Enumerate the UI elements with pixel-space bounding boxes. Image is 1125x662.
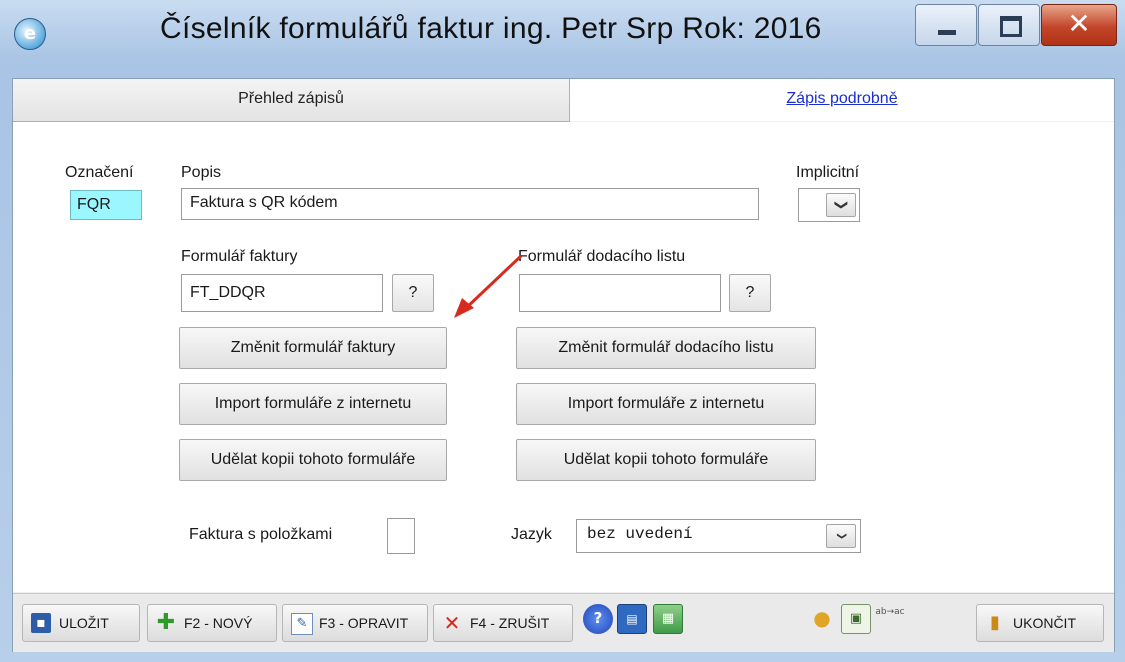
formular-dl-help-button[interactable]: ? bbox=[729, 274, 771, 312]
oznaceni-field[interactable]: FQR bbox=[70, 190, 142, 220]
tab-label: Přehled zápisů bbox=[238, 90, 344, 107]
minimize-icon bbox=[938, 30, 956, 35]
ulozit-label: ULOŽIT bbox=[59, 615, 109, 631]
id-card-icon[interactable]: ▤ bbox=[617, 604, 647, 634]
implicitni-combo[interactable]: ❯ bbox=[798, 188, 860, 222]
novy-label: F2 - NOVÝ bbox=[184, 615, 253, 631]
formular-dl-field[interactable] bbox=[519, 274, 721, 312]
delete-x-icon: ✕ bbox=[443, 611, 461, 635]
popis-field[interactable]: Faktura s QR kódem bbox=[181, 188, 759, 220]
zmenit-formular-dl-button[interactable]: Změnit formulář dodacího listu bbox=[516, 327, 816, 369]
chevron-down-icon[interactable]: ❯ bbox=[826, 193, 856, 217]
jazyk-combo[interactable]: bez uvedení ❯ bbox=[576, 519, 861, 553]
money-bag-icon[interactable]: ● bbox=[807, 604, 837, 634]
exit-door-icon: ▮ bbox=[990, 612, 1000, 633]
tab-prehled-zapisu[interactable]: Přehled zápisů bbox=[13, 79, 570, 122]
formular-faktury-field[interactable]: FT_DDQR bbox=[181, 274, 383, 312]
dropdown-glyph: ❯ bbox=[834, 199, 849, 211]
jazyk-value: bez uvedení bbox=[587, 525, 693, 543]
detail-panel: Označení FQR Popis Faktura s QR kódem Im… bbox=[13, 122, 1114, 592]
window-client-area: Přehled zápisů Zápis podrobně Označení F… bbox=[12, 78, 1115, 652]
formular-faktury-label: Formulář faktury bbox=[181, 248, 298, 265]
red-arrow-annotation bbox=[454, 254, 523, 318]
ukoncit-label: UKONČIT bbox=[1013, 615, 1076, 631]
application-window: e Číselník formulářů faktur ing. Petr Sr… bbox=[0, 0, 1125, 662]
close-icon: ✕ bbox=[1067, 7, 1091, 40]
formular-dl-label: Formulář dodacího listu bbox=[518, 248, 686, 265]
oznaceni-label: Označení bbox=[65, 164, 134, 181]
ukoncit-button[interactable]: ▮ UKONČIT bbox=[976, 604, 1104, 642]
maximize-icon bbox=[1000, 16, 1022, 37]
zmenit-formular-faktury-button[interactable]: Změnit formulář faktury bbox=[179, 327, 447, 369]
edit-icon: ✎ bbox=[291, 613, 313, 635]
faktura-s-polozkami-label: Faktura s položkami bbox=[189, 526, 333, 543]
kopie-dl-button[interactable]: Udělat kopii tohoto formuláře bbox=[516, 439, 816, 481]
arrow-head bbox=[454, 298, 474, 318]
dropdown-glyph: ❯ bbox=[833, 532, 849, 540]
help-icon[interactable]: ? bbox=[583, 604, 613, 634]
jazyk-label: Jazyk bbox=[511, 526, 552, 543]
title-bar[interactable]: e Číselník formulářů faktur ing. Petr Sr… bbox=[0, 0, 1125, 78]
tab-label: Zápis podrobně bbox=[786, 90, 898, 107]
minimize-button[interactable] bbox=[915, 4, 977, 46]
bottom-toolbar: ▪ ULOŽIT ✚ F2 - NOVÝ ✎ F3 - OPRAVIT ✕ F4… bbox=[13, 593, 1114, 652]
novy-button[interactable]: ✚ F2 - NOVÝ bbox=[147, 604, 277, 642]
calculator-icon[interactable]: ▣ bbox=[841, 604, 871, 634]
save-disk-icon: ▪ bbox=[31, 613, 51, 633]
ulozit-button[interactable]: ▪ ULOŽIT bbox=[22, 604, 140, 642]
faktura-s-polozkami-checkbox[interactable] bbox=[387, 518, 415, 554]
window-title: Číselník formulářů faktur ing. Petr Srp … bbox=[160, 12, 822, 45]
spellcheck-icon[interactable]: ab→ac bbox=[875, 604, 905, 634]
formular-faktury-help-button[interactable]: ? bbox=[392, 274, 434, 312]
opravit-button[interactable]: ✎ F3 - OPRAVIT bbox=[282, 604, 428, 642]
zrusit-label: F4 - ZRUŠIT bbox=[470, 615, 550, 631]
maximize-button[interactable] bbox=[978, 4, 1040, 46]
app-logo-icon: e bbox=[14, 18, 46, 50]
popis-label: Popis bbox=[181, 164, 222, 181]
opravit-label: F3 - OPRAVIT bbox=[319, 615, 409, 631]
zrusit-button[interactable]: ✕ F4 - ZRUŠIT bbox=[433, 604, 573, 642]
implicitni-label: Implicitní bbox=[796, 164, 860, 181]
chevron-down-icon[interactable]: ❯ bbox=[826, 524, 856, 548]
plus-icon: ✚ bbox=[156, 610, 176, 635]
kopie-faktury-button[interactable]: Udělat kopii tohoto formuláře bbox=[179, 439, 447, 481]
close-button[interactable]: ✕ bbox=[1041, 4, 1117, 46]
tab-zapis-podrobne[interactable]: Zápis podrobně bbox=[570, 79, 1114, 121]
spreadsheet-icon[interactable]: ▦ bbox=[653, 604, 683, 634]
arrow-shaft bbox=[462, 254, 523, 312]
import-dl-button[interactable]: Import formuláře z internetu bbox=[516, 383, 816, 425]
import-faktury-button[interactable]: Import formuláře z internetu bbox=[179, 383, 447, 425]
